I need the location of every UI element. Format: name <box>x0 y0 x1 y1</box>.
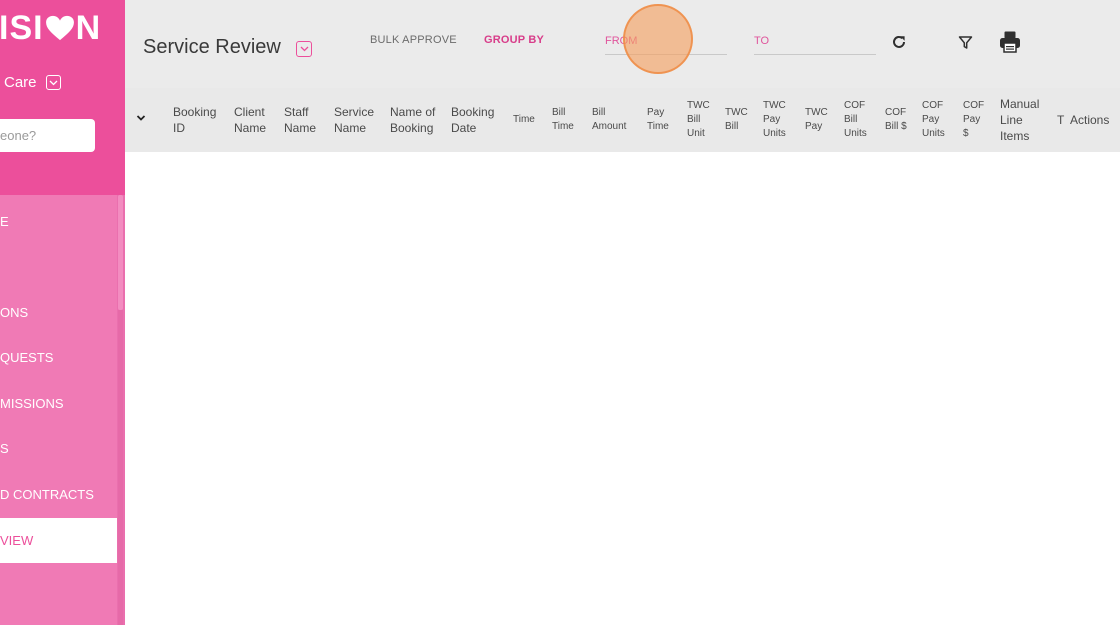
column-header-client-name[interactable]: Client Name <box>234 88 279 152</box>
sidebar-scrollbar-thumb[interactable] <box>118 195 123 310</box>
column-header-name-of-booking[interactable]: Name of Booking <box>390 88 438 152</box>
column-header-actions: Actions <box>1070 112 1110 127</box>
sidebar-item-6[interactable]: D CONTRACTS <box>0 472 117 517</box>
sidebar-item-1[interactable]: E <box>0 199 117 244</box>
column-header-bill-amount[interactable]: Bill Amount <box>592 88 634 152</box>
column-header-twc-bill[interactable]: TWC Bill <box>725 88 750 152</box>
organization-selector[interactable]: Care <box>4 74 61 91</box>
table-body <box>125 152 1120 625</box>
organization-name: Care <box>4 74 37 91</box>
sidebar-item-label: E <box>0 214 9 229</box>
sidebar-item-label: MISSIONS <box>0 396 64 411</box>
heart-icon <box>45 15 74 41</box>
sidebar-scrollbar-track <box>118 310 123 625</box>
column-header-time[interactable]: Time <box>513 88 543 152</box>
sidebar-item-label: VIEW <box>0 533 34 548</box>
sidebar-scrollbar[interactable] <box>117 195 125 625</box>
sidebar-item-3[interactable]: QUESTS <box>0 335 117 380</box>
print-icon[interactable] <box>997 31 1023 53</box>
sidebar-item-label: ONS <box>0 305 29 320</box>
column-header-staff-name[interactable]: Staff Name <box>284 88 324 152</box>
column-header-cof-bill-units[interactable]: COF Bill Units <box>844 88 872 152</box>
column-header-bill-time[interactable]: Bill Time <box>552 88 580 152</box>
column-header-booking-date[interactable]: Booking Date <box>451 88 501 152</box>
column-header-truncated[interactable]: T <box>1057 88 1067 152</box>
column-header-cof-pay[interactable]: COF Pay $ <box>963 88 987 152</box>
sidebar-item-label: QUESTS <box>0 350 54 365</box>
column-header-pay-time[interactable]: Pay Time <box>647 88 675 152</box>
column-header-service-name[interactable]: Service Name <box>334 88 380 152</box>
chevron-down-icon[interactable] <box>135 112 147 124</box>
page-title: Service Review <box>143 36 281 58</box>
chevron-down-icon[interactable] <box>296 41 312 57</box>
sidebar-item-label: S <box>0 441 9 456</box>
logo-text-left: ISI <box>0 8 44 47</box>
from-date-field[interactable] <box>605 31 727 55</box>
to-date-field[interactable] <box>754 31 876 55</box>
column-header-manual-line-items[interactable]: Manual Line Items <box>1000 88 1048 152</box>
filter-icon[interactable] <box>954 31 976 53</box>
refresh-icon[interactable] <box>888 31 910 53</box>
column-header-twc-bill-unit[interactable]: TWC Bill Unit <box>687 88 712 152</box>
sidebar-search[interactable] <box>0 119 95 152</box>
column-header-booking-id[interactable]: Booking ID <box>173 88 225 152</box>
to-date-input[interactable] <box>754 35 872 47</box>
brand-logo: ISI N <box>0 8 101 48</box>
sidebar-item-4[interactable]: MISSIONS <box>0 381 117 426</box>
chevron-down-icon[interactable] <box>45 75 61 90</box>
from-date-input[interactable] <box>605 35 723 47</box>
logo-text-right: N <box>75 8 102 47</box>
group-by-button[interactable]: GROUP BY <box>484 34 544 46</box>
column-header-twc-pay[interactable]: TWC Pay <box>805 88 830 152</box>
sidebar-header: ISI N Care <box>0 0 125 195</box>
column-header-twc-pay-units[interactable]: TWC Pay Units <box>763 88 793 152</box>
column-header-cof-bill[interactable]: COF Bill $ <box>885 88 909 152</box>
search-input[interactable] <box>0 128 90 143</box>
bulk-approve-button[interactable]: BULK APPROVE <box>370 34 457 46</box>
sidebar-item-service-review[interactable]: VIEW <box>0 518 117 563</box>
page-header: Service Review BULK APPROVE GROUP BY <box>125 0 1120 88</box>
table-header: Booking ID Client Name Staff Name Servic… <box>125 88 1120 152</box>
column-header-cof-pay-units[interactable]: COF Pay Units <box>922 88 950 152</box>
sidebar-item-label: D CONTRACTS <box>0 487 94 502</box>
sidebar-item-5[interactable]: S <box>0 426 117 471</box>
sidebar-item-2[interactable]: ONS <box>0 290 117 335</box>
sidebar: ISI N Care E ONS QUESTS MISSIONS S D CON… <box>0 0 125 625</box>
